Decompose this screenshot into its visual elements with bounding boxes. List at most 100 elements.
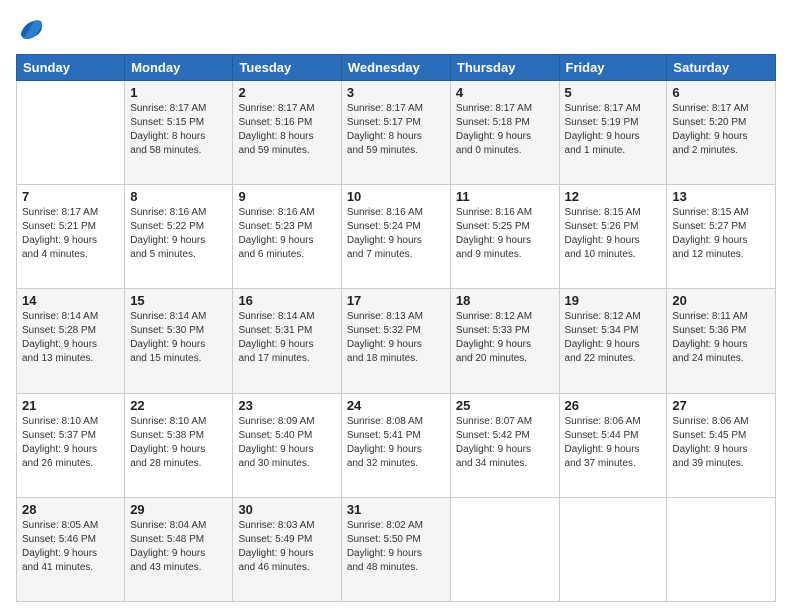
day-cell: 2 Sunrise: 8:17 AMSunset: 5:16 PMDaylight… — [233, 81, 341, 185]
day-number: 15 — [130, 293, 227, 308]
day-info: Sunrise: 8:02 AMSunset: 5:50 PMDaylight:… — [347, 519, 445, 575]
day-info: Sunrise: 8:07 AMSunset: 5:42 PMDaylight:… — [456, 415, 554, 471]
logo — [16, 16, 48, 44]
day-number: 17 — [347, 293, 445, 308]
day-info: Sunrise: 8:14 AMSunset: 5:31 PMDaylight:… — [238, 310, 335, 366]
day-cell: 8 Sunrise: 8:16 AMSunset: 5:22 PMDaylight… — [125, 185, 233, 289]
day-cell: 10 Sunrise: 8:16 AMSunset: 5:24 PMDayligh… — [341, 185, 450, 289]
day-cell: 17 Sunrise: 8:13 AMSunset: 5:32 PMDayligh… — [341, 289, 450, 393]
day-number: 1 — [130, 85, 227, 100]
day-number: 21 — [22, 398, 119, 413]
day-cell: 15 Sunrise: 8:14 AMSunset: 5:30 PMDayligh… — [125, 289, 233, 393]
day-number: 31 — [347, 502, 445, 517]
day-number: 4 — [456, 85, 554, 100]
day-info: Sunrise: 8:12 AMSunset: 5:34 PMDaylight:… — [565, 310, 662, 366]
day-number: 9 — [238, 189, 335, 204]
day-info: Sunrise: 8:13 AMSunset: 5:32 PMDaylight:… — [347, 310, 445, 366]
week-row-4: 21 Sunrise: 8:10 AMSunset: 5:37 PMDayligh… — [17, 393, 776, 497]
day-info: Sunrise: 8:08 AMSunset: 5:41 PMDaylight:… — [347, 415, 445, 471]
week-row-5: 28 Sunrise: 8:05 AMSunset: 5:46 PMDayligh… — [17, 497, 776, 601]
logo-icon — [16, 16, 44, 44]
day-info: Sunrise: 8:17 AMSunset: 5:19 PMDaylight:… — [565, 102, 662, 158]
day-cell: 22 Sunrise: 8:10 AMSunset: 5:38 PMDayligh… — [125, 393, 233, 497]
day-number: 27 — [672, 398, 770, 413]
day-info: Sunrise: 8:14 AMSunset: 5:28 PMDaylight:… — [22, 310, 119, 366]
day-info: Sunrise: 8:03 AMSunset: 5:49 PMDaylight:… — [238, 519, 335, 575]
day-cell: 12Sunrise: 8:15 AMSunset: 5:26 PMDayligh… — [559, 185, 667, 289]
day-number: 10 — [347, 189, 445, 204]
day-info: Sunrise: 8:06 AMSunset: 5:45 PMDaylight:… — [672, 415, 770, 471]
col-header-wednesday: Wednesday — [341, 55, 450, 81]
day-info: Sunrise: 8:05 AMSunset: 5:46 PMDaylight:… — [22, 519, 119, 575]
day-number: 19 — [565, 293, 662, 308]
day-info: Sunrise: 8:16 AMSunset: 5:22 PMDaylight:… — [130, 206, 227, 262]
day-number: 5 — [565, 85, 662, 100]
day-info: Sunrise: 8:17 AMSunset: 5:21 PMDaylight:… — [22, 206, 119, 262]
day-cell: 11 Sunrise: 8:16 AMSunset: 5:25 PMDayligh… — [450, 185, 559, 289]
day-cell: 20 Sunrise: 8:11 AMSunset: 5:36 PMDayligh… — [667, 289, 776, 393]
col-header-saturday: Saturday — [667, 55, 776, 81]
day-info: Sunrise: 8:17 AMSunset: 5:18 PMDaylight:… — [456, 102, 554, 158]
day-cell — [17, 81, 125, 185]
day-info: Sunrise: 8:16 AMSunset: 5:24 PMDaylight:… — [347, 206, 445, 262]
day-info: Sunrise: 8:16 AMSunset: 5:25 PMDaylight:… — [456, 206, 554, 262]
day-number: 11 — [456, 189, 554, 204]
day-cell: 4 Sunrise: 8:17 AMSunset: 5:18 PMDaylight… — [450, 81, 559, 185]
day-cell: 9 Sunrise: 8:16 AMSunset: 5:23 PMDaylight… — [233, 185, 341, 289]
day-number: 3 — [347, 85, 445, 100]
day-info: Sunrise: 8:06 AMSunset: 5:44 PMDaylight:… — [565, 415, 662, 471]
day-info: Sunrise: 8:17 AMSunset: 5:20 PMDaylight:… — [672, 102, 770, 158]
day-number: 2 — [238, 85, 335, 100]
day-cell: 14 Sunrise: 8:14 AMSunset: 5:28 PMDayligh… — [17, 289, 125, 393]
week-row-3: 14 Sunrise: 8:14 AMSunset: 5:28 PMDayligh… — [17, 289, 776, 393]
day-info: Sunrise: 8:09 AMSunset: 5:40 PMDaylight:… — [238, 415, 335, 471]
day-info: Sunrise: 8:11 AMSunset: 5:36 PMDaylight:… — [672, 310, 770, 366]
day-cell — [450, 497, 559, 601]
day-cell — [667, 497, 776, 601]
day-cell: 3 Sunrise: 8:17 AMSunset: 5:17 PMDaylight… — [341, 81, 450, 185]
day-number: 12 — [565, 189, 662, 204]
day-cell: 21 Sunrise: 8:10 AMSunset: 5:37 PMDayligh… — [17, 393, 125, 497]
day-cell: 19 Sunrise: 8:12 AMSunset: 5:34 PMDayligh… — [559, 289, 667, 393]
day-number: 7 — [22, 189, 119, 204]
day-number: 22 — [130, 398, 227, 413]
day-number: 8 — [130, 189, 227, 204]
day-info: Sunrise: 8:17 AMSunset: 5:17 PMDaylight:… — [347, 102, 445, 158]
day-info: Sunrise: 8:12 AMSunset: 5:33 PMDaylight:… — [456, 310, 554, 366]
day-cell: 5 Sunrise: 8:17 AMSunset: 5:19 PMDaylight… — [559, 81, 667, 185]
day-info: Sunrise: 8:10 AMSunset: 5:38 PMDaylight:… — [130, 415, 227, 471]
day-number: 14 — [22, 293, 119, 308]
day-cell: 28 Sunrise: 8:05 AMSunset: 5:46 PMDayligh… — [17, 497, 125, 601]
day-cell: 24Sunrise: 8:08 AMSunset: 5:41 PMDayligh… — [341, 393, 450, 497]
col-header-sunday: Sunday — [17, 55, 125, 81]
day-cell: 25 Sunrise: 8:07 AMSunset: 5:42 PMDayligh… — [450, 393, 559, 497]
day-cell: 16 Sunrise: 8:14 AMSunset: 5:31 PMDayligh… — [233, 289, 341, 393]
day-number: 28 — [22, 502, 119, 517]
calendar-table: SundayMondayTuesdayWednesdayThursdayFrid… — [16, 54, 776, 602]
day-cell: 6 Sunrise: 8:17 AMSunset: 5:20 PMDaylight… — [667, 81, 776, 185]
day-cell: 26 Sunrise: 8:06 AMSunset: 5:44 PMDayligh… — [559, 393, 667, 497]
day-cell: 23Sunrise: 8:09 AMSunset: 5:40 PMDayligh… — [233, 393, 341, 497]
day-number: 18 — [456, 293, 554, 308]
day-info: Sunrise: 8:14 AMSunset: 5:30 PMDaylight:… — [130, 310, 227, 366]
day-info: Sunrise: 8:10 AMSunset: 5:37 PMDaylight:… — [22, 415, 119, 471]
day-info: Sunrise: 8:17 AMSunset: 5:16 PMDaylight:… — [238, 102, 335, 158]
day-cell: 13Sunrise: 8:15 AMSunset: 5:27 PMDayligh… — [667, 185, 776, 289]
day-cell — [559, 497, 667, 601]
day-cell: 31 Sunrise: 8:02 AMSunset: 5:50 PMDayligh… — [341, 497, 450, 601]
col-header-friday: Friday — [559, 55, 667, 81]
page: SundayMondayTuesdayWednesdayThursdayFrid… — [0, 0, 792, 612]
day-number: 25 — [456, 398, 554, 413]
week-row-2: 7 Sunrise: 8:17 AMSunset: 5:21 PMDaylight… — [17, 185, 776, 289]
day-number: 20 — [672, 293, 770, 308]
day-cell: 1Sunrise: 8:17 AMSunset: 5:15 PMDaylight… — [125, 81, 233, 185]
day-cell: 29Sunrise: 8:04 AMSunset: 5:48 PMDayligh… — [125, 497, 233, 601]
day-number: 6 — [672, 85, 770, 100]
day-info: Sunrise: 8:16 AMSunset: 5:23 PMDaylight:… — [238, 206, 335, 262]
day-number: 26 — [565, 398, 662, 413]
header-row: SundayMondayTuesdayWednesdayThursdayFrid… — [17, 55, 776, 81]
day-cell: 30Sunrise: 8:03 AMSunset: 5:49 PMDayligh… — [233, 497, 341, 601]
col-header-monday: Monday — [125, 55, 233, 81]
day-info: Sunrise: 8:15 AMSunset: 5:27 PMDaylight:… — [672, 206, 770, 262]
day-number: 16 — [238, 293, 335, 308]
